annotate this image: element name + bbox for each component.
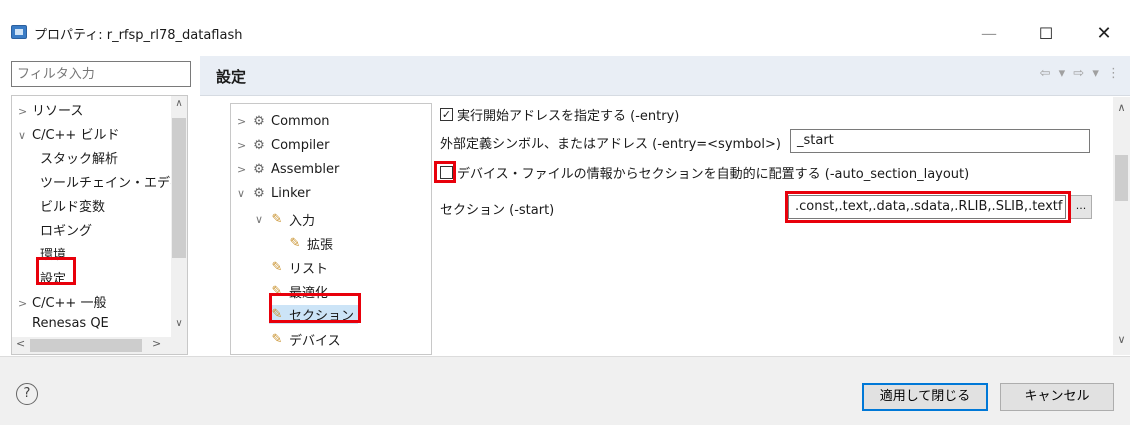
chevron-down-icon[interactable]: ∨ — [255, 213, 269, 226]
gear-icon: ⚙ — [253, 162, 265, 177]
highlight-box-settings — [36, 257, 76, 285]
chevron-down-icon[interactable]: ∨ — [18, 129, 32, 142]
tree-item-label: Linker — [271, 186, 311, 201]
cancel-button[interactable]: キャンセル — [1000, 383, 1114, 411]
entry-symbol-label: 外部定義シンボル、またはアドレス (-entry=<symbol>) — [440, 133, 781, 152]
folder-icon: ✎ — [271, 332, 283, 347]
sidebar-item-label: スタック解析 — [40, 152, 119, 167]
entry-checkbox[interactable]: ✓ — [440, 108, 453, 121]
page-header: 設定 ⇦ ▾ ⇨ ▾ ⋮ — [200, 56, 1130, 96]
chevron-right-icon[interactable]: > — [18, 297, 32, 310]
chevron-right-icon[interactable]: > — [237, 139, 251, 152]
sidebar-item-cpp-build[interactable]: ∨ C/C++ ビルド — [18, 124, 119, 143]
window-title: プロパティ: r_rfsp_rl78_dataflash — [34, 28, 243, 43]
sidebar-item-cpp-general[interactable]: > C/C++ 一般 — [18, 292, 106, 311]
auto-section-option-row[interactable]: デバイス・ファイルの情報からセクションを自動的に配置する (-auto_sect… — [440, 163, 969, 182]
minimize-button[interactable]: — — [966, 18, 1012, 48]
chevron-right-icon[interactable]: > — [18, 105, 32, 118]
dialog-footer: ? 適用して閉じる キャンセル — [0, 356, 1130, 425]
tree-item-list[interactable]: ✎ リスト — [269, 258, 328, 277]
tree-item-label: 入力 — [289, 214, 316, 229]
folder-icon: ✎ — [271, 212, 283, 227]
apply-and-close-button[interactable]: 適用して閉じる — [862, 383, 988, 411]
tree-item-assembler[interactable]: > ⚙ Assembler — [237, 162, 339, 177]
auto-section-label: デバイス・ファイルの情報からセクションを自動的に配置する (-auto_sect… — [457, 167, 970, 182]
title-bar: プロパティ: r_rfsp_rl78_dataflash — ☐ ✕ — [0, 0, 1130, 54]
tree-item-label: リスト — [289, 262, 329, 277]
chevron-right-icon[interactable]: > — [237, 115, 251, 128]
gear-icon: ⚙ — [253, 186, 265, 201]
scrollbar-thumb[interactable] — [1115, 155, 1128, 201]
content-vertical-scrollbar[interactable]: ∧ ∨ — [1113, 97, 1130, 355]
sidebar-item-logging[interactable]: ロギング — [40, 220, 92, 239]
page-title: 設定 — [216, 68, 247, 86]
tree-item-compiler[interactable]: > ⚙ Compiler — [237, 138, 330, 153]
sidebar-item-build-variables[interactable]: ビルド変数 — [40, 196, 105, 215]
gear-icon: ⚙ — [253, 138, 265, 153]
sidebar-item-label: C/C++ 一般 — [32, 296, 107, 311]
chevron-right-icon[interactable]: > — [237, 163, 251, 176]
section-options-panel: ✓ 実行開始アドレスを指定する (-entry) 外部定義シンボル、またはアドレ… — [436, 97, 1106, 355]
sidebar-item-label: ロギング — [40, 224, 93, 239]
highlight-box-section-input — [785, 191, 1071, 223]
scroll-up-icon[interactable]: ∧ — [171, 98, 187, 109]
app-icon — [11, 25, 27, 39]
highlight-box-auto-section-checkbox — [434, 161, 456, 183]
sidebar-item-stack-analysis[interactable]: スタック解析 — [40, 148, 118, 167]
sidebar-item-resource[interactable]: > リソース — [18, 100, 83, 119]
tree-item-device[interactable]: ✎ デバイス — [269, 330, 341, 349]
tree-item-label: デバイス — [289, 334, 341, 349]
sidebar-item-renesas-qe[interactable]: Renesas QE — [32, 316, 109, 331]
filter-input[interactable] — [11, 61, 191, 87]
sidebar-horizontal-scrollbar[interactable]: < > — [12, 337, 187, 354]
gear-icon: ⚙ — [253, 114, 265, 129]
sidebar-item-label: ツールチェイン・エディタ — [40, 176, 188, 191]
sidebar-item-toolchain-editor[interactable]: ツールチェイン・エディタ — [40, 172, 188, 191]
highlight-box-section-tree-item — [269, 293, 361, 323]
close-button[interactable]: ✕ — [1081, 18, 1127, 48]
sidebar-item-label: リソース — [32, 104, 84, 119]
sidebar-item-label: C/C++ ビルド — [32, 128, 120, 143]
scroll-up-icon[interactable]: ∧ — [1113, 101, 1130, 114]
property-nav-tree: > リソース ∨ C/C++ ビルド スタック解析 ツールチェイン・エディタ ビルド… — [11, 95, 188, 355]
tree-item-label: Assembler — [271, 162, 340, 177]
sidebar-item-label: ビルド変数 — [40, 200, 106, 215]
folder-icon: ✎ — [289, 236, 301, 251]
history-nav-icons[interactable]: ⇦ ▾ ⇨ ▾ ⋮ — [1040, 66, 1122, 81]
scroll-right-icon[interactable]: > — [152, 337, 161, 350]
scrollbar-thumb[interactable] — [172, 118, 186, 258]
sidebar-item-label: Renesas QE — [32, 316, 109, 331]
tree-item-input[interactable]: ∨ ✎ 入力 — [255, 210, 315, 229]
section-label-text: セクション (-start) — [440, 203, 555, 218]
tree-item-label: Compiler — [271, 138, 330, 153]
tree-item-label: 拡張 — [307, 238, 334, 253]
tree-item-label: Common — [271, 114, 330, 129]
browse-button[interactable]: ... — [1070, 195, 1092, 219]
tree-item-linker[interactable]: ∨ ⚙ Linker — [237, 186, 311, 201]
sidebar-vertical-scrollbar[interactable]: ∧ ∨ — [171, 96, 187, 338]
entry-option-row[interactable]: ✓ 実行開始アドレスを指定する (-entry) — [440, 105, 679, 124]
scroll-left-icon[interactable]: < — [16, 337, 25, 350]
tree-item-extended[interactable]: ✎ 拡張 — [287, 234, 333, 253]
help-icon[interactable]: ? — [16, 383, 38, 405]
maximize-button[interactable]: ☐ — [1023, 18, 1069, 48]
section-label: セクション (-start) — [440, 199, 554, 218]
scrollbar-thumb[interactable] — [30, 339, 142, 352]
entry-symbol-label-text: 外部定義シンボル、またはアドレス (-entry=<symbol>) — [440, 137, 781, 152]
chevron-down-icon[interactable]: ∨ — [237, 187, 251, 200]
folder-icon: ✎ — [271, 260, 283, 275]
tree-item-common[interactable]: > ⚙ Common — [237, 114, 330, 129]
entry-checkbox-label: 実行開始アドレスを指定する (-entry) — [457, 109, 680, 124]
scroll-down-icon[interactable]: ∨ — [171, 318, 187, 329]
entry-symbol-input[interactable]: _start — [790, 129, 1090, 153]
scroll-down-icon[interactable]: ∨ — [1113, 333, 1130, 346]
